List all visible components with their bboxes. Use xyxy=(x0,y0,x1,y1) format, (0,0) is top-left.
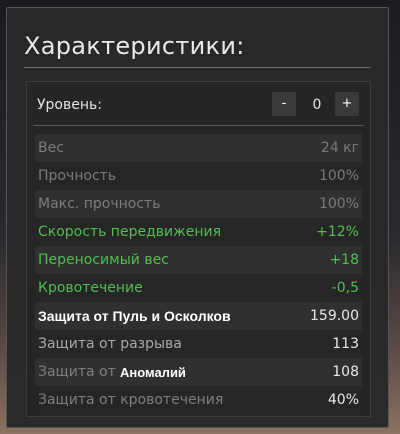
stat-row-movement-speed: Скорость передвижения +12% xyxy=(35,218,362,246)
stat-row-anomaly-protection: Защита от Аномалий 108 xyxy=(35,358,362,386)
stat-label: Переносимый вес xyxy=(38,252,169,268)
level-value: 0 xyxy=(312,97,322,113)
stat-value: -0,5 xyxy=(331,280,359,296)
stat-row-bullet-protection: Защита от Пуль и Осколков 159.00 xyxy=(35,302,362,330)
stat-row-max-durability: Макс. прочность 100% xyxy=(35,190,362,218)
stat-value: 40% xyxy=(327,392,359,408)
level-row: Уровень: - 0 + xyxy=(27,82,370,126)
stat-row-bleed-protection: Защита от кровотечения 40% xyxy=(35,386,362,414)
level-increase-button[interactable]: + xyxy=(335,92,359,116)
stat-label: Защита от разрыва xyxy=(38,336,182,352)
stat-row-tear-protection: Защита от разрыва 113 xyxy=(35,330,362,358)
stat-value: 100% xyxy=(318,196,359,212)
panel-title: Характеристики: xyxy=(24,32,245,60)
stat-value: 100% xyxy=(318,168,359,184)
stat-row-weight: Вес 24 кг xyxy=(35,134,362,162)
level-label: Уровень: xyxy=(37,97,102,113)
level-divider xyxy=(33,125,364,126)
stat-value: 108 xyxy=(332,364,359,380)
characteristics-panel: Характеристики: Уровень: - 0 + Вес 24 кг… xyxy=(6,7,389,428)
stats-list: Вес 24 кг Прочность 100% Макс. прочность… xyxy=(35,134,362,414)
stats-container: Уровень: - 0 + Вес 24 кг Прочность 100% … xyxy=(26,81,371,417)
stat-value: 159.00 xyxy=(310,308,359,324)
stat-row-carry-weight: Переносимый вес +18 xyxy=(35,246,362,274)
stat-row-bleeding: Кровотечение -0,5 xyxy=(35,274,362,302)
stat-label: Прочность xyxy=(38,168,117,184)
stat-value: +12% xyxy=(316,224,359,240)
title-divider xyxy=(24,67,371,68)
stat-label: Кровотечение xyxy=(38,280,143,296)
stat-row-durability: Прочность 100% xyxy=(35,162,362,190)
stat-label: Макс. прочность xyxy=(38,196,161,212)
stat-value: 113 xyxy=(332,336,359,352)
stat-label: Защита от кровотечения xyxy=(38,392,224,408)
stat-label-overlay: Аномалий xyxy=(120,364,186,380)
stat-label: Защита от Пуль и Осколков xyxy=(38,308,231,324)
level-decrease-button[interactable]: - xyxy=(272,92,296,116)
stat-label: Скорость передвижения xyxy=(38,224,221,240)
stat-value: 24 кг xyxy=(320,140,359,156)
stat-value: +18 xyxy=(329,252,359,268)
stat-label: Защита от xyxy=(38,364,116,380)
stat-label: Вес xyxy=(38,140,64,156)
